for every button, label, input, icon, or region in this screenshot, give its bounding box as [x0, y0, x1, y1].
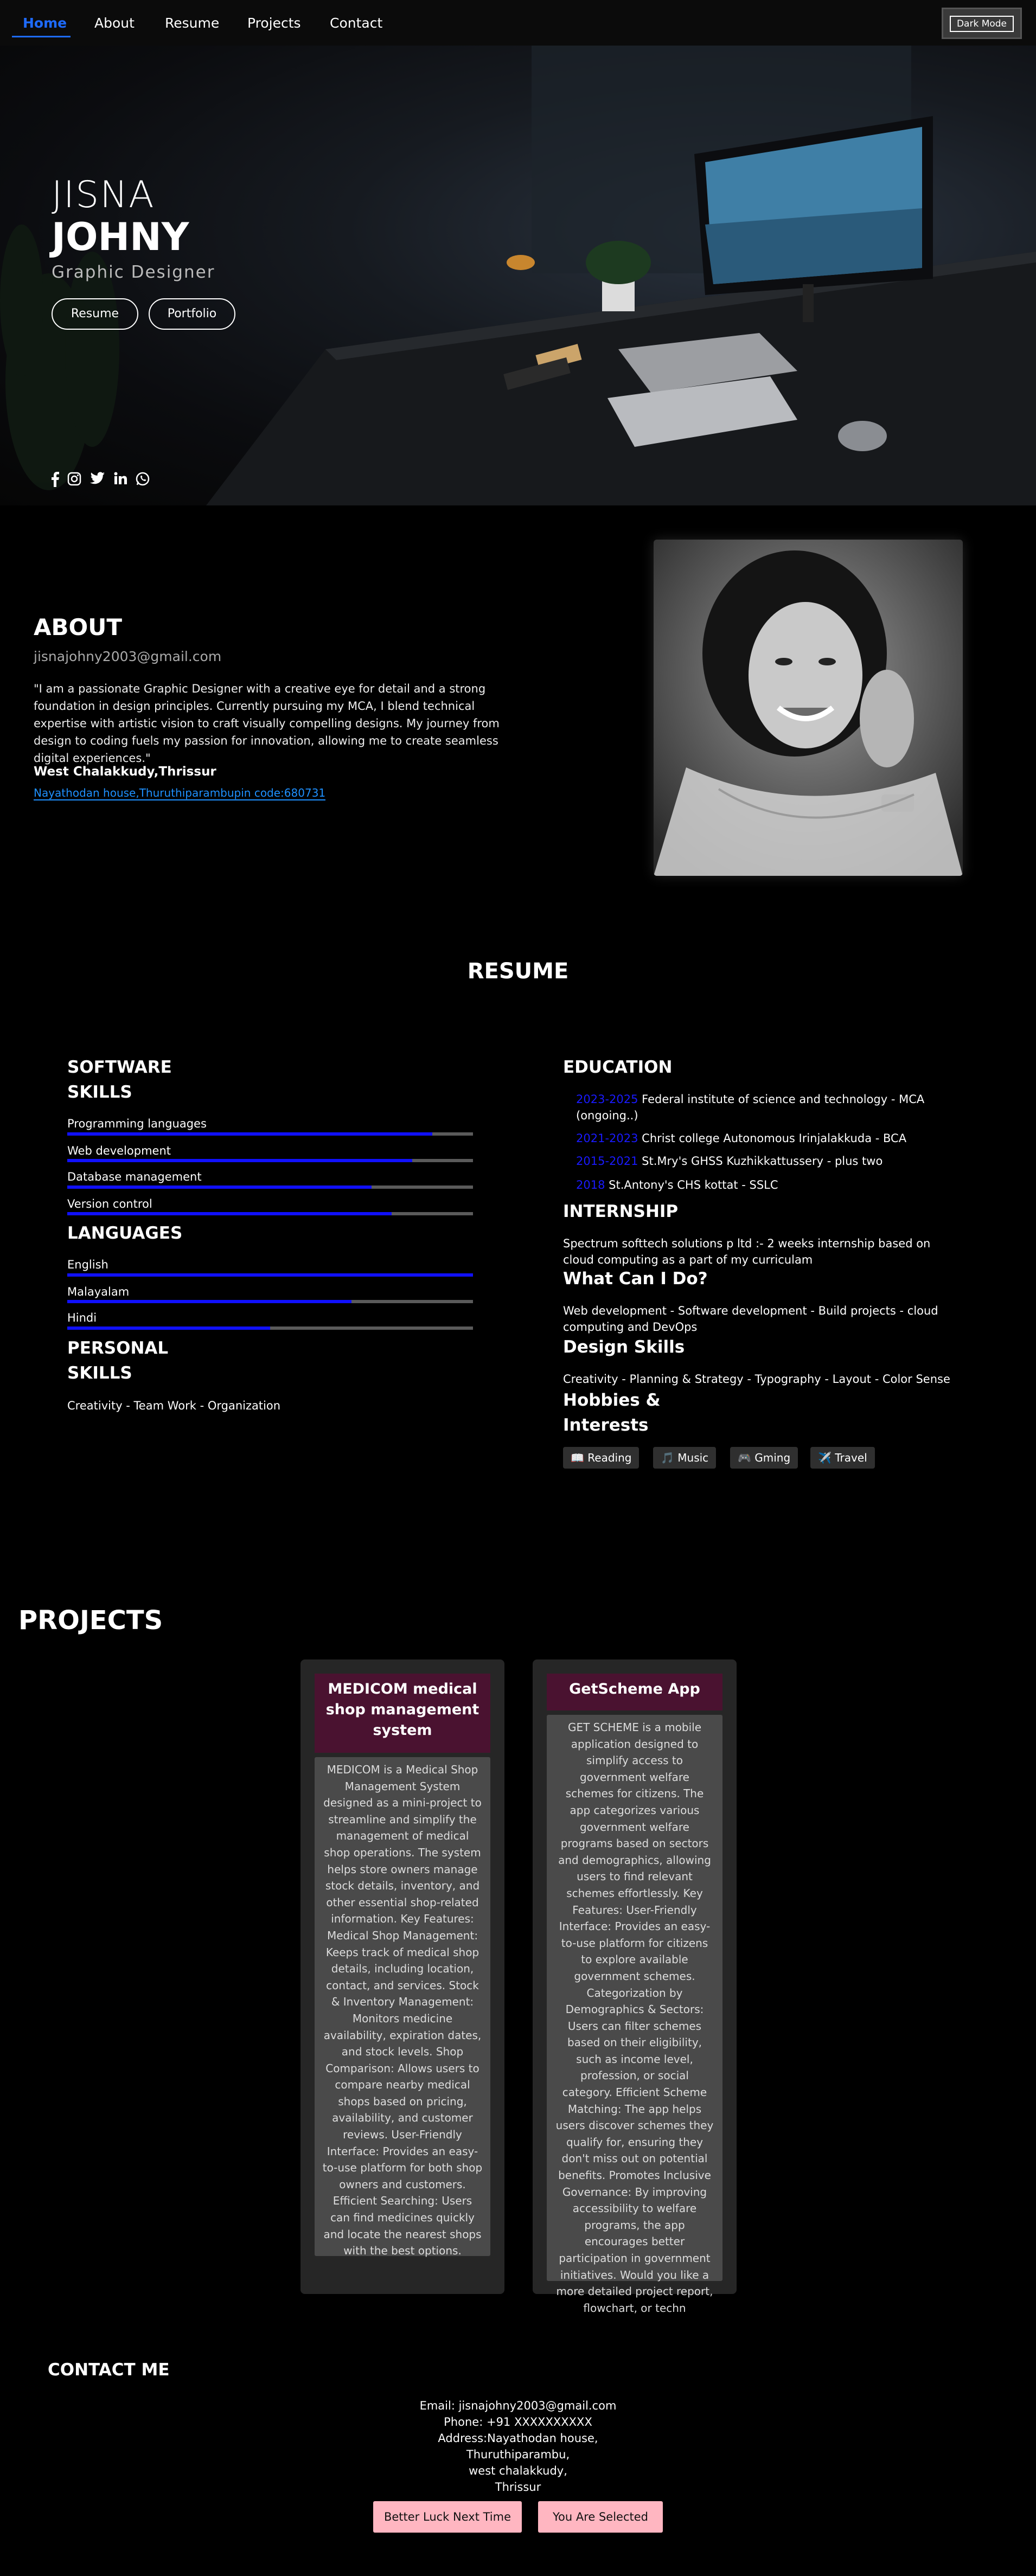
about-description: "I am a passionate Graphic Designer with…	[34, 682, 500, 765]
contact-address-line: west chalakkudy,	[469, 2464, 567, 2477]
language-bar	[67, 1273, 473, 1277]
facebook-icon[interactable]	[51, 472, 60, 491]
project-title: MEDICOM medical shop management system	[315, 1674, 490, 1753]
project-card: MEDICOM medical shop management system M…	[300, 1659, 504, 2294]
hobby-chip-reading: 📖 Reading	[563, 1447, 639, 1469]
skill-label: Web development	[67, 1144, 171, 1157]
languages-title: LANGUAGES	[67, 1223, 183, 1243]
hobby-chip-travel: ✈️ Travel	[810, 1447, 875, 1469]
education-item: 2015-2021 St.Mry's GHSS Kuzhikkattussery…	[576, 1153, 967, 1169]
gamepad-icon: 🎮	[738, 1451, 751, 1464]
you-are-selected-button[interactable]: You Are Selected	[538, 2501, 663, 2533]
contact-title: CONTACT ME	[48, 2360, 170, 2380]
skill-bar	[67, 1159, 473, 1162]
education-item: 2018 St.Antony's CHS kottat - SSLC	[576, 1177, 967, 1193]
hobby-label: Gming	[754, 1451, 791, 1464]
nav-resume[interactable]: Resume	[165, 15, 219, 31]
skill-label: Programming languages	[67, 1117, 207, 1130]
skill-bar	[67, 1212, 473, 1215]
design-skills-text: Creativity - Planning & Strategy - Typog…	[563, 1373, 950, 1386]
hero-section: JISNA JOHNY Graphic Designer Resume Port…	[0, 46, 1036, 505]
instagram-icon[interactable]	[67, 472, 81, 490]
top-nav: Home About Resume Projects Contact Dark …	[0, 0, 1036, 46]
education-item: 2021-2023 Christ college Autonomous Irin…	[576, 1130, 967, 1146]
portfolio-button[interactable]: Portfolio	[149, 298, 235, 330]
twitter-icon[interactable]	[90, 472, 105, 489]
hobbies-title-line2: Interests	[563, 1415, 649, 1435]
hero-first-name: JISNA	[52, 174, 155, 216]
skill-bar	[67, 1132, 473, 1136]
nav-projects[interactable]: Projects	[247, 15, 301, 31]
music-icon: 🎵	[661, 1451, 674, 1464]
contact-address-line: Thuruthiparambu,	[466, 2448, 570, 2461]
education-year: 2015-2021	[576, 1155, 638, 1168]
language-label: Hindi	[67, 1311, 97, 1324]
education-title: EDUCATION	[563, 1058, 673, 1077]
personal-skills-text: Creativity - Team Work - Organization	[67, 1399, 281, 1412]
internship-title: INTERNSHIP	[563, 1202, 679, 1221]
resume-title: RESUME	[467, 959, 569, 984]
book-icon: 📖	[571, 1451, 584, 1464]
skill-bar	[67, 1186, 473, 1189]
hobby-chip-music: 🎵 Music	[653, 1447, 717, 1469]
project-description: GET SCHEME is a mobile application desig…	[547, 1715, 722, 2315]
project-description: MEDICOM is a Medical Shop Management Sys…	[315, 1757, 490, 2257]
contact-phone: Phone: +91 XXXXXXXXXX	[444, 2415, 592, 2428]
skill-label: Database management	[67, 1170, 202, 1183]
education-extra: (ongoing..)	[576, 1109, 638, 1122]
education-year: 2023-2025	[576, 1093, 638, 1106]
language-label: English	[67, 1258, 108, 1271]
language-label: Malayalam	[67, 1285, 130, 1298]
design-skills-title: Design Skills	[563, 1337, 685, 1357]
what-can-i-do-text: Web development - Software development -…	[563, 1304, 938, 1334]
contact-email: Email: jisnajohny2003@gmail.com	[419, 2399, 617, 2412]
software-skills-title-line1: SOFTWARE	[67, 1058, 172, 1077]
airplane-icon: ✈️	[818, 1451, 832, 1464]
hobby-label: Travel	[835, 1451, 867, 1464]
language-bar	[67, 1300, 473, 1303]
about-address-link[interactable]: Nayathodan house,Thuruthiparambupin code…	[34, 786, 326, 800]
dark-mode-label: Dark Mode	[950, 16, 1014, 32]
project-title: GetScheme App	[547, 1674, 722, 1710]
about-title: ABOUT	[34, 614, 122, 640]
education-item: 2023-2025 Federal institute of science a…	[576, 1091, 967, 1124]
language-bar	[67, 1327, 473, 1330]
hobbies-title-line1: Hobbies &	[563, 1390, 661, 1410]
nav-contact[interactable]: Contact	[330, 15, 382, 31]
linkedin-icon[interactable]	[114, 472, 127, 489]
hobby-chip-gaming: 🎮 Gming	[730, 1447, 798, 1469]
education-year: 2018	[576, 1178, 605, 1191]
hero-last-name: JOHNY	[52, 215, 189, 259]
nav-active-underline	[12, 36, 71, 37]
hobby-label: Music	[677, 1451, 709, 1464]
nav-about[interactable]: About	[94, 15, 135, 31]
hero-role: Graphic Designer	[52, 262, 215, 282]
about-email: jisnajohny2003@gmail.com	[34, 649, 222, 664]
better-luck-button[interactable]: Better Luck Next Time	[373, 2501, 522, 2533]
about-city: West Chalakkudy,Thrissur	[34, 765, 216, 779]
education-year: 2021-2023	[576, 1132, 638, 1145]
internship-text: Spectrum softtech solutions p ltd :- 2 w…	[563, 1237, 931, 1266]
whatsapp-icon[interactable]	[136, 472, 150, 490]
education-text: St.Antony's CHS kottat - SSLC	[609, 1178, 778, 1191]
personal-skills-title-line2: SKILLS	[67, 1363, 132, 1383]
education-text: St.Mry's GHSS Kuzhikkattussery - plus tw…	[642, 1155, 883, 1168]
education-text: Christ college Autonomous Irinjalakkuda …	[642, 1132, 907, 1145]
skill-label: Version control	[67, 1197, 152, 1210]
education-text: Federal institute of science and technol…	[642, 1093, 925, 1106]
profile-photo	[654, 540, 963, 876]
software-skills-title-line2: SKILLS	[67, 1082, 132, 1102]
contact-address-line: Thrissur	[495, 2481, 541, 2494]
projects-title: PROJECTS	[18, 1605, 163, 1636]
personal-skills-title-line1: PERSONAL	[67, 1338, 169, 1358]
resume-button[interactable]: Resume	[52, 298, 138, 330]
project-card: GetScheme App GET SCHEME is a mobile app…	[533, 1659, 737, 2315]
dark-mode-button[interactable]: Dark Mode	[942, 8, 1022, 39]
hobby-label: Reading	[587, 1451, 632, 1464]
contact-address-line: Address:Nayathodan house,	[438, 2432, 598, 2445]
nav-home[interactable]: Home	[23, 15, 67, 31]
what-can-i-do-title: What Can I Do?	[563, 1269, 708, 1289]
